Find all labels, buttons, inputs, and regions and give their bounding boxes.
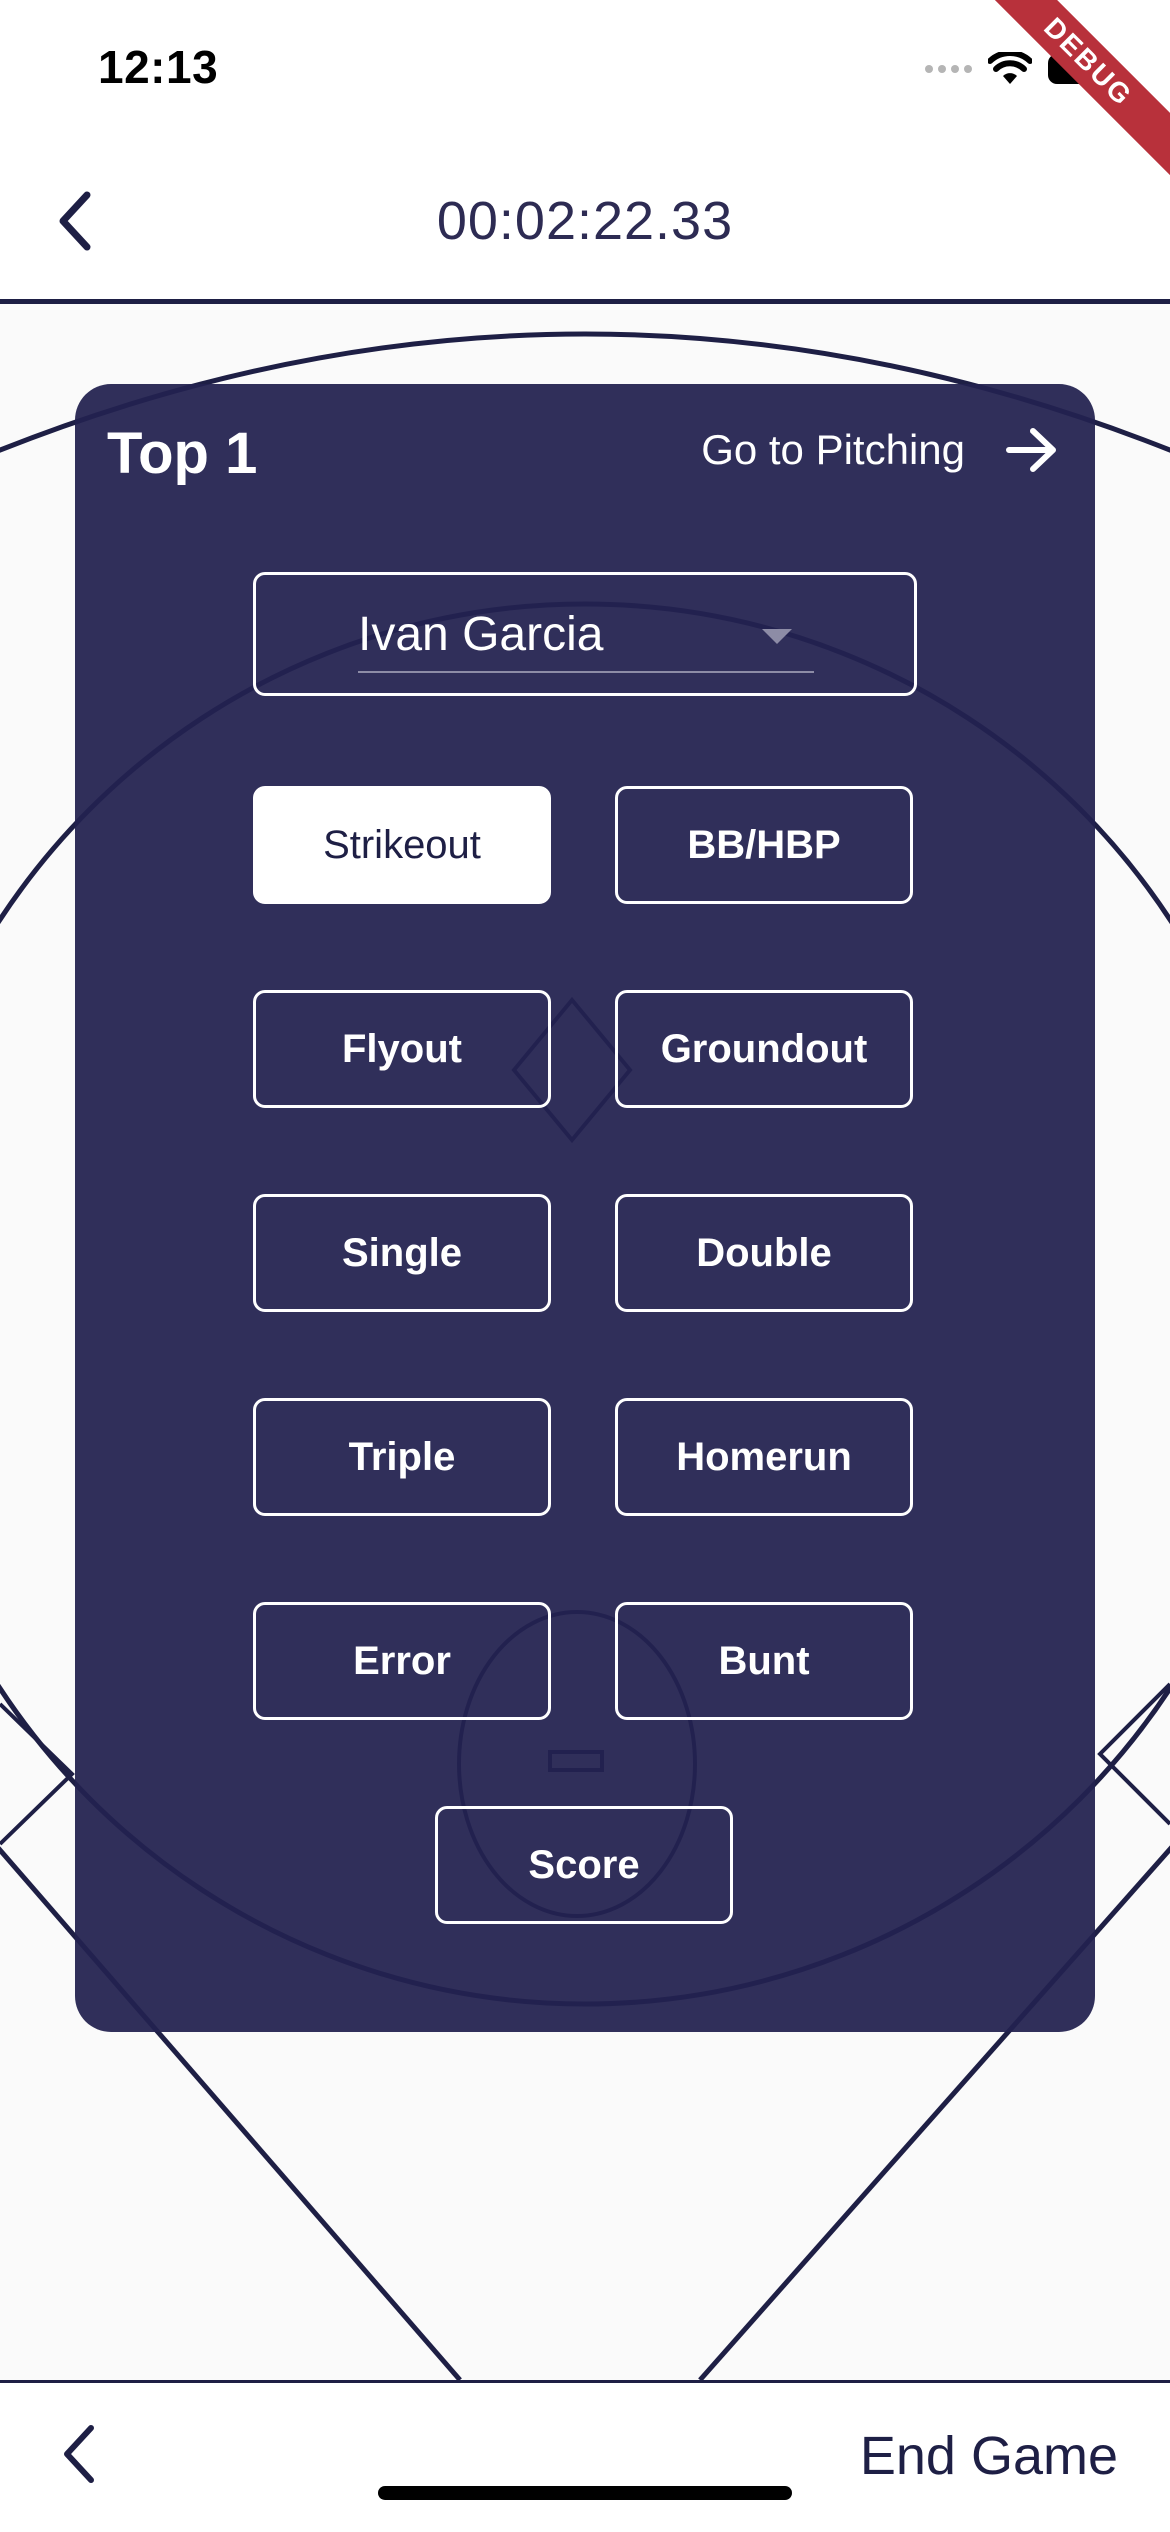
game-screen: 12:13 DEBUG 00:02:22.33 Top 1 Go to Pitc… bbox=[0, 0, 1170, 2532]
strikeout-button[interactable]: Strikeout bbox=[253, 786, 551, 904]
error-button[interactable]: Error bbox=[253, 1602, 551, 1720]
double-button[interactable]: Double bbox=[615, 1194, 913, 1312]
bb-hbp-label: BB/HBP bbox=[687, 822, 841, 867]
error-label: Error bbox=[353, 1638, 451, 1683]
at-bat-panel: Top 1 Go to Pitching Ivan Garcia Strikeo… bbox=[75, 384, 1095, 2032]
go-to-pitching-label: Go to Pitching bbox=[701, 426, 965, 473]
dropdown-caret-icon bbox=[762, 629, 792, 644]
single-label: Single bbox=[341, 1230, 463, 1275]
triple-label: Triple bbox=[348, 1434, 456, 1479]
previous-button[interactable] bbox=[44, 2419, 114, 2489]
score-button[interactable]: Score bbox=[435, 1806, 733, 1924]
game-timer: 00:02:22.33 bbox=[436, 191, 734, 251]
bunt-button[interactable]: Bunt bbox=[615, 1602, 913, 1720]
cellular-dots-icon bbox=[925, 65, 972, 73]
status-bar: 12:13 bbox=[0, 0, 1170, 150]
double-label: Double bbox=[696, 1230, 832, 1275]
go-to-pitching-button[interactable]: Go to Pitching bbox=[701, 426, 1059, 474]
bottom-bar: End Game bbox=[0, 2380, 1170, 2532]
batter-name: Ivan Garcia bbox=[358, 608, 604, 661]
flyout-label: Flyout bbox=[342, 1026, 462, 1071]
strikeout-label: Strikeout bbox=[323, 822, 481, 867]
groundout-label: Groundout bbox=[660, 1026, 868, 1071]
single-button[interactable]: Single bbox=[253, 1194, 551, 1312]
app-bar: 00:02:22.33 bbox=[0, 150, 1170, 304]
batter-select[interactable]: Ivan Garcia bbox=[358, 607, 814, 673]
status-time: 12:13 bbox=[98, 41, 219, 93]
bunt-label: Bunt bbox=[718, 1638, 810, 1683]
homerun-button[interactable]: Homerun bbox=[615, 1398, 913, 1516]
inning-label: Top 1 bbox=[107, 421, 258, 486]
end-game-button[interactable]: End Game bbox=[860, 2425, 1118, 2487]
groundout-button[interactable]: Groundout bbox=[615, 990, 913, 1108]
batter-dropdown[interactable]: Ivan Garcia bbox=[253, 572, 917, 696]
flyout-button[interactable]: Flyout bbox=[253, 990, 551, 1108]
home-indicator bbox=[378, 2486, 792, 2500]
wifi-icon bbox=[988, 52, 1032, 84]
arrow-right-icon bbox=[1006, 428, 1056, 472]
triple-button[interactable]: Triple bbox=[253, 1398, 551, 1516]
homerun-label: Homerun bbox=[676, 1434, 852, 1479]
chevron-left-icon bbox=[64, 2425, 94, 2483]
bb-hbp-button[interactable]: BB/HBP bbox=[615, 786, 913, 904]
score-label: Score bbox=[528, 1842, 640, 1887]
